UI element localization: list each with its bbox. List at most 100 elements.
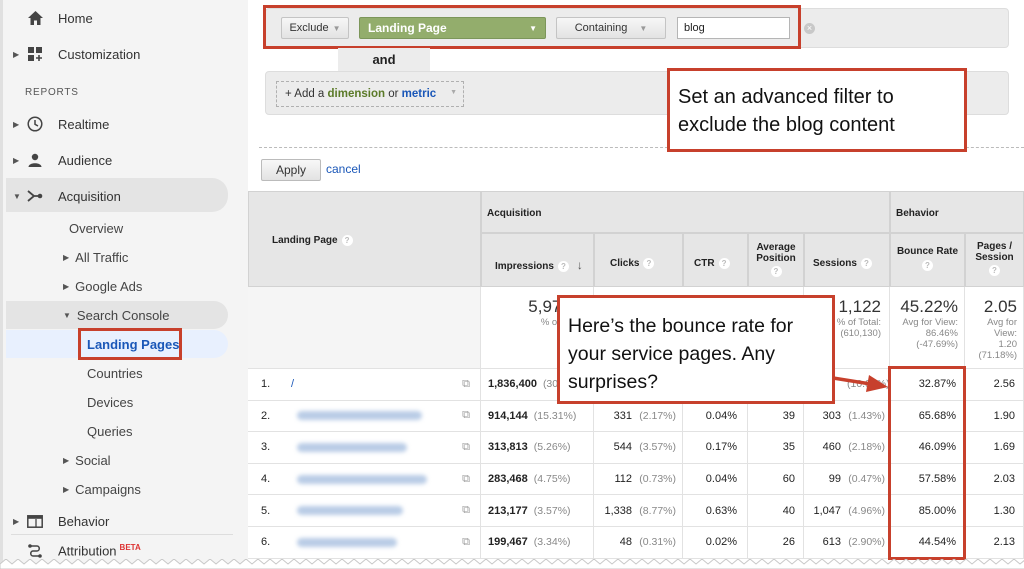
landing-page-link[interactable]: /	[291, 378, 294, 390]
col-header-pages-per-session[interactable]: Pages / Session?	[965, 233, 1024, 287]
table-row-avg-position: 40	[748, 495, 804, 527]
help-icon[interactable]: ?	[922, 260, 933, 271]
beta-badge: BETA	[119, 543, 141, 553]
sidebar-item-devices[interactable]: Devices	[87, 390, 133, 414]
open-external-icon[interactable]: ⧉	[462, 536, 470, 549]
help-icon[interactable]: ?	[860, 258, 872, 269]
table-row-sessions: 613 (2.90%)	[804, 527, 890, 559]
sidebar-item-queries[interactable]: Queries	[87, 419, 133, 443]
filter-callout: Set an advanced filter to exclude the bl…	[667, 68, 967, 152]
clear-filter-icon[interactable]: ×	[804, 23, 815, 34]
table-row-clicks: 331 (2.17%)	[594, 400, 683, 433]
and-tab: and	[338, 48, 430, 72]
table-row-page-cell: 6. ⧉	[248, 527, 481, 559]
clock-icon	[26, 115, 44, 133]
row-number: 6.	[261, 536, 271, 549]
table-row-page-cell: 4. ⧉	[248, 463, 481, 496]
open-external-icon[interactable]: ⧉	[462, 378, 470, 391]
caret-right-icon: ▶	[63, 281, 70, 291]
sidebar-item-search-console[interactable]: ▼ Search Console	[63, 303, 169, 327]
torn-edge	[0, 559, 1024, 569]
table-row-page-cell: 3. ⧉	[248, 432, 481, 464]
apply-button[interactable]: Apply	[261, 159, 321, 181]
col-header-sessions[interactable]: Sessions?	[804, 233, 890, 287]
analytics-report: Home ▶ Customization REPORTS ▶ Realtime …	[0, 0, 1024, 569]
landing-pages-annotation-box	[78, 328, 182, 360]
callout-arrow-icon	[833, 375, 888, 392]
sidebar-item-overview[interactable]: Overview	[69, 216, 123, 240]
help-icon[interactable]: ?	[718, 258, 730, 269]
person-icon	[26, 151, 44, 169]
caret-right-icon: ▶	[13, 516, 20, 526]
table-row-clicks: 48 (0.31%)	[594, 527, 683, 559]
help-icon[interactable]: ?	[989, 265, 1000, 276]
table-row-ctr: 0.17%	[683, 432, 748, 464]
row-number: 5.	[261, 504, 271, 517]
col-header-impressions[interactable]: Impressions? ↓	[481, 233, 594, 287]
table-row-pages-per-session: 2.13	[965, 527, 1024, 559]
home-icon	[26, 9, 44, 27]
caret-right-icon: ▶	[63, 484, 70, 494]
sidebar-item-google-ads[interactable]: ▶ Google Ads	[63, 274, 142, 298]
help-icon[interactable]: ?	[770, 266, 782, 277]
caret-right-icon: ▶	[13, 119, 20, 129]
acquisition-fork-icon	[26, 187, 44, 205]
sidebar-item-countries[interactable]: Countries	[87, 361, 143, 385]
bounce-callout: Here’s the bounce rate for your service …	[557, 295, 835, 404]
help-icon[interactable]: ?	[643, 258, 655, 269]
caret-down-icon: ▼	[13, 191, 21, 201]
sidebar-item-social[interactable]: ▶ Social	[63, 448, 111, 472]
landing-page-link-blurred[interactable]	[297, 442, 407, 452]
table-row-impressions: 313,813 (5.26%)	[481, 432, 594, 464]
open-external-icon[interactable]: ⧉	[462, 409, 470, 422]
col-header-clicks[interactable]: Clicks?	[594, 233, 683, 287]
table-row-page-cell: 1. / ⧉	[248, 369, 481, 401]
behavior-window-icon	[26, 512, 44, 530]
open-external-icon[interactable]: ⧉	[462, 441, 470, 454]
filter-annotation-box	[263, 5, 801, 49]
table-row-pages-per-session: 1.30	[965, 495, 1024, 527]
table-row-ctr: 0.04%	[683, 400, 748, 433]
table-row-sessions: 303 (1.43%)	[804, 400, 890, 433]
open-external-icon[interactable]: ⧉	[462, 504, 470, 517]
landing-page-link-blurred[interactable]	[297, 537, 397, 547]
caret-right-icon: ▶	[63, 455, 70, 465]
help-icon[interactable]: ?	[557, 260, 569, 272]
caret-right-icon: ▶	[63, 252, 70, 262]
caret-down-icon: ▼	[63, 310, 71, 320]
add-dimension-or-metric[interactable]: + Add a dimension or metric ▼	[276, 81, 464, 107]
bounce-rate-annotation-box	[888, 366, 966, 560]
group-header-acquisition: Acquisition	[481, 191, 890, 233]
sidebar-item-all-traffic[interactable]: ▶ All Traffic	[63, 245, 128, 269]
col-header-bounce-rate[interactable]: Bounce Rate?	[890, 233, 965, 287]
table-row-impressions: 283,468 (4.75%)	[481, 463, 594, 496]
totals-label-cell	[248, 287, 481, 369]
reports-section-label: REPORTS	[25, 87, 79, 98]
group-header-behavior: Behavior	[890, 191, 1024, 233]
table-row-ctr: 0.02%	[683, 527, 748, 559]
col-header-ctr[interactable]: CTR?	[683, 233, 748, 287]
row-number: 2.	[261, 409, 271, 422]
landing-page-link-blurred[interactable]	[297, 506, 403, 516]
table-row-pages-per-session: 2.03	[965, 463, 1024, 496]
table-row-avg-position: 26	[748, 527, 804, 559]
col-header-average-position[interactable]: Average Position?	[748, 233, 804, 287]
table-row-sessions: 460 (2.18%)	[804, 432, 890, 464]
table-row-page-cell: 2. ⧉	[248, 400, 481, 433]
sort-desc-arrow-icon[interactable]: ↓	[577, 258, 583, 272]
dashboard-grid-icon	[26, 45, 44, 63]
open-external-icon[interactable]: ⧉	[462, 473, 470, 486]
attribution-path-icon	[26, 542, 44, 560]
table-row-impressions: 199,467 (3.34%)	[481, 527, 594, 559]
cancel-link[interactable]: cancel	[326, 162, 361, 176]
table-row-pages-per-session: 1.90	[965, 400, 1024, 433]
landing-page-link-blurred[interactable]	[297, 411, 422, 421]
sidebar-item-campaigns[interactable]: ▶ Campaigns	[63, 477, 141, 501]
totals-pages-per-session: 2.05 Avg for View: 1.20 (71.18%)	[965, 287, 1024, 369]
col-header-landing-page[interactable]: Landing Page?	[248, 191, 481, 287]
table-row-sessions: 1,047 (4.96%)	[804, 495, 890, 527]
table-row-ctr: 0.04%	[683, 463, 748, 496]
help-icon[interactable]: ?	[341, 235, 353, 246]
landing-page-link-blurred[interactable]	[297, 474, 427, 484]
table-row-avg-position: 39	[748, 400, 804, 433]
